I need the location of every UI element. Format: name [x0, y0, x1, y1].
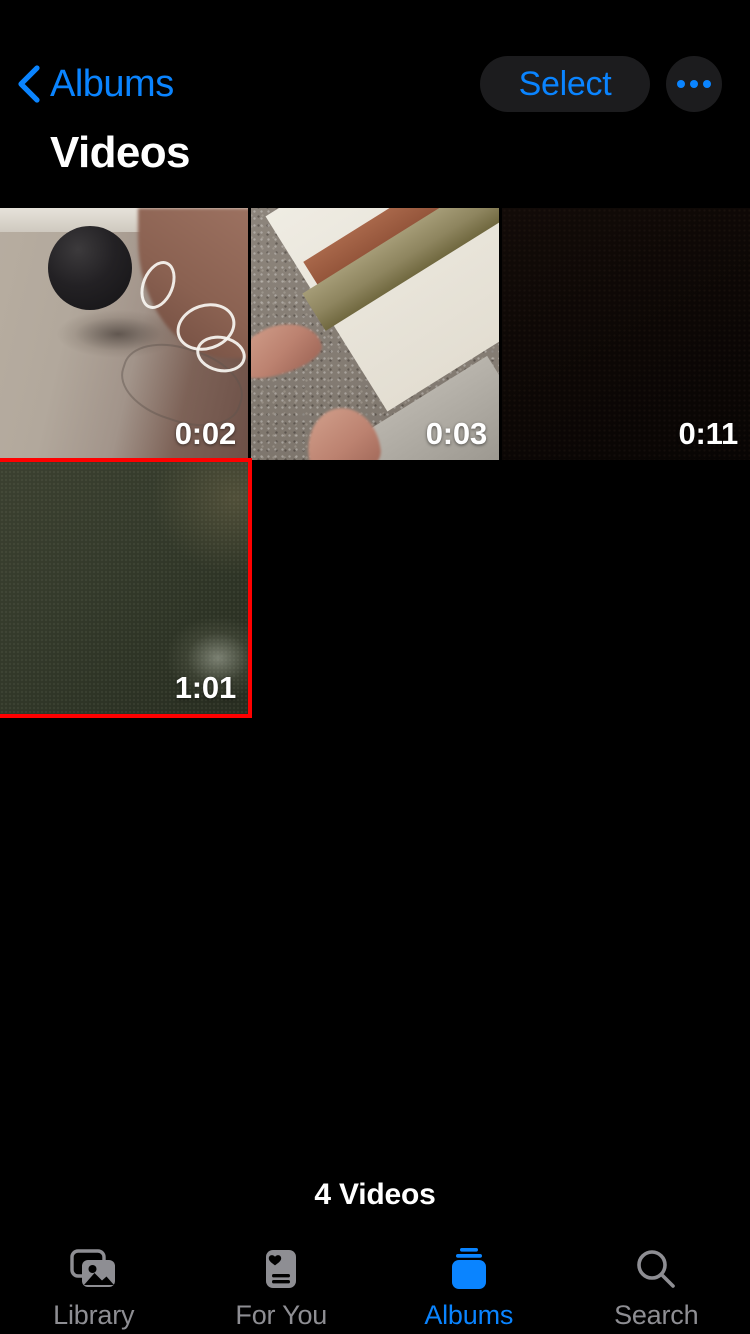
video-thumbnail-selected[interactable]: 1:01 [0, 458, 252, 718]
tab-bar: Library For You Albums Search [0, 1230, 750, 1334]
tab-label: Library [53, 1300, 135, 1330]
photo-stack-icon [65, 1244, 123, 1294]
select-button[interactable]: Select [480, 56, 650, 112]
video-grid: 0:02 0:03 0:11 1:01 [0, 208, 750, 718]
tab-library[interactable]: Library [0, 1230, 188, 1334]
photos-app-screen: Albums Select Videos 0:02 0:03 0:11 1:01… [0, 0, 750, 1334]
ellipsis-icon [677, 80, 711, 88]
back-to-albums-button[interactable]: Albums [14, 58, 174, 110]
albums-stack-icon [440, 1244, 498, 1294]
video-duration-label: 1:01 [174, 670, 236, 705]
tab-label: For You [235, 1300, 328, 1330]
video-thumbnail[interactable]: 0:02 [0, 208, 248, 460]
memories-card-icon [252, 1244, 310, 1294]
back-button-label: Albums [50, 63, 174, 105]
navbar-actions: Select [480, 56, 722, 112]
video-duration-label: 0:03 [425, 416, 487, 451]
tab-for-you[interactable]: For You [188, 1230, 376, 1334]
chevron-left-icon [14, 64, 42, 104]
grid-row: 1:01 [0, 458, 750, 718]
video-duration-label: 0:11 [678, 416, 738, 451]
page-title: Videos [50, 128, 190, 177]
video-count-label: 4 Videos [314, 1178, 436, 1211]
video-thumbnail[interactable]: 0:11 [502, 208, 750, 460]
video-thumbnail[interactable]: 0:03 [251, 208, 499, 460]
tab-label: Albums [424, 1300, 514, 1330]
tab-albums[interactable]: Albums [375, 1230, 563, 1334]
tab-search[interactable]: Search [563, 1230, 750, 1334]
grid-row: 0:02 0:03 0:11 [0, 208, 750, 460]
video-duration-label: 0:02 [174, 416, 236, 451]
search-icon [627, 1244, 685, 1294]
tab-label: Search [614, 1300, 699, 1330]
navigation-bar: Albums Select Videos [0, 0, 750, 177]
more-options-button[interactable] [666, 56, 722, 112]
